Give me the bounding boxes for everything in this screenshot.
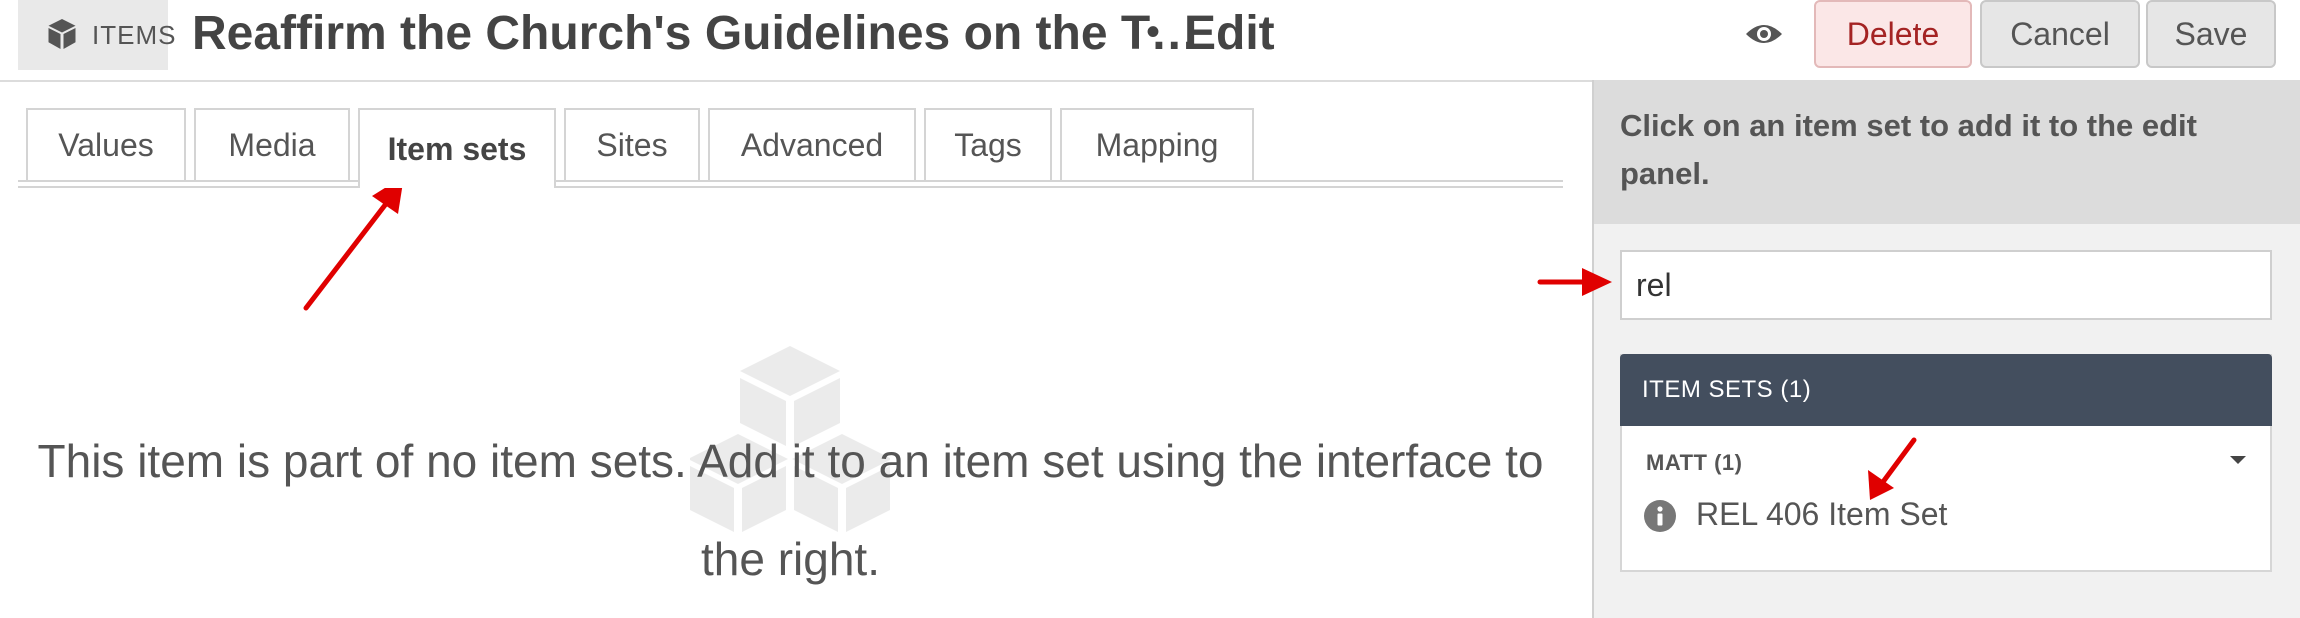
- tab-sites[interactable]: Sites: [564, 108, 700, 180]
- empty-item-sets-message: This item is part of no item sets. Add i…: [37, 435, 1544, 585]
- cube-icon: [48, 19, 76, 49]
- sidebar-help-text: Click on an item set to add it to the ed…: [1620, 108, 2197, 191]
- tabs-baseline-lower: [18, 186, 1563, 188]
- annotation-arrow-tab: [303, 176, 404, 311]
- info-icon[interactable]: [1644, 500, 1676, 532]
- results-header-label: ITEM SETS (1): [1642, 376, 1812, 403]
- page-title: Reaffirm the Church's Guidelines on the …: [192, 7, 1199, 60]
- items-section-link[interactable]: ITEMS: [18, 0, 175, 70]
- item-set-selector-sidebar: Click on an item set to add it to the ed…: [1592, 80, 2300, 618]
- delete-button[interactable]: Delete: [1814, 0, 1972, 68]
- owner-group-label: MATT (1): [1646, 450, 1743, 475]
- page-header: ITEMS Reaffirm the Church's Guidelines o…: [0, 0, 2300, 82]
- item-set-option-label: REL 406 Item Set: [1696, 496, 1948, 532]
- tabs-baseline: [18, 180, 1563, 182]
- tab-media[interactable]: Media: [194, 108, 350, 180]
- item-set-option[interactable]: REL 406 Item Set: [1620, 486, 2272, 546]
- items-section-label: ITEMS: [92, 20, 177, 50]
- edit-mode-label: Edit: [1184, 7, 1275, 60]
- title-separator: •: [1146, 10, 1161, 54]
- item-sets-results-header[interactable]: ITEM SETS (1): [1620, 354, 2272, 426]
- caret-down-icon[interactable]: [2230, 456, 2246, 464]
- tab-tags[interactable]: Tags: [924, 108, 1052, 180]
- eye-icon[interactable]: [1744, 18, 1784, 50]
- tab-advanced[interactable]: Advanced: [708, 108, 916, 180]
- sidebar-help: Click on an item set to add it to the ed…: [1594, 80, 2300, 224]
- item-set-search-input[interactable]: [1620, 250, 2272, 320]
- save-button[interactable]: Save: [2146, 0, 2276, 68]
- tab-item-sets[interactable]: Item sets: [358, 108, 556, 188]
- owner-group-toggle[interactable]: MATT (1): [1620, 426, 2272, 486]
- tab-mapping[interactable]: Mapping: [1060, 108, 1254, 180]
- cancel-button[interactable]: Cancel: [1980, 0, 2140, 68]
- tab-values[interactable]: Values: [26, 108, 186, 180]
